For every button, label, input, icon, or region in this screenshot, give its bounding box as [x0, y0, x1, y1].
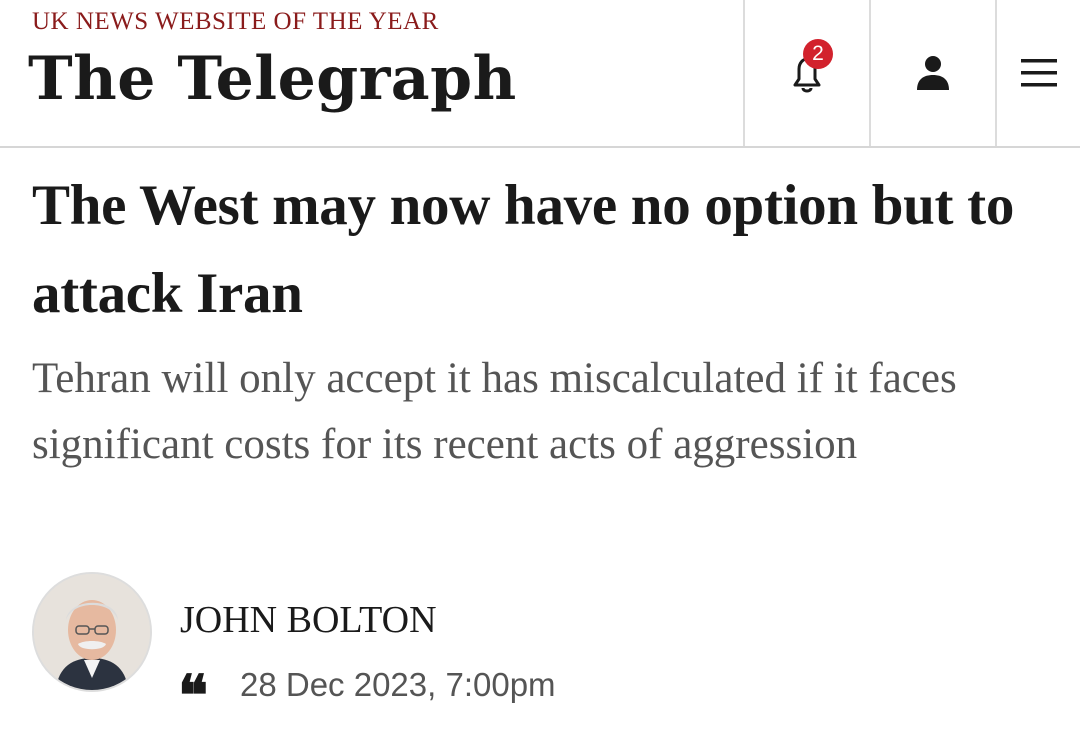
account-button[interactable] — [869, 0, 995, 146]
notification-count-badge: 2 — [803, 39, 833, 69]
menu-button[interactable] — [995, 0, 1080, 146]
article-standfirst: Tehran will only accept it has miscalcul… — [32, 355, 957, 468]
notifications-button[interactable]: 2 — [743, 0, 869, 146]
site-tagline: UK NEWS WEBSITE OF THE YEAR — [32, 8, 439, 35]
author-photo — [34, 574, 150, 690]
author-avatar[interactable] — [32, 572, 152, 692]
publish-date: 28 Dec 2023, 7:00pm — [240, 666, 556, 703]
user-icon — [917, 56, 949, 90]
telegraph-logo[interactable]: The Telegraph — [28, 44, 517, 114]
masthead: UK NEWS WEBSITE OF THE YEAR The Telegrap… — [0, 0, 1080, 148]
author-name[interactable]: JOHN BOLTON — [180, 598, 437, 642]
hamburger-menu-icon — [1020, 59, 1057, 87]
article-headline: The West may now have no option but to a… — [32, 174, 1015, 325]
quote-icon: ❝ — [178, 663, 209, 729]
